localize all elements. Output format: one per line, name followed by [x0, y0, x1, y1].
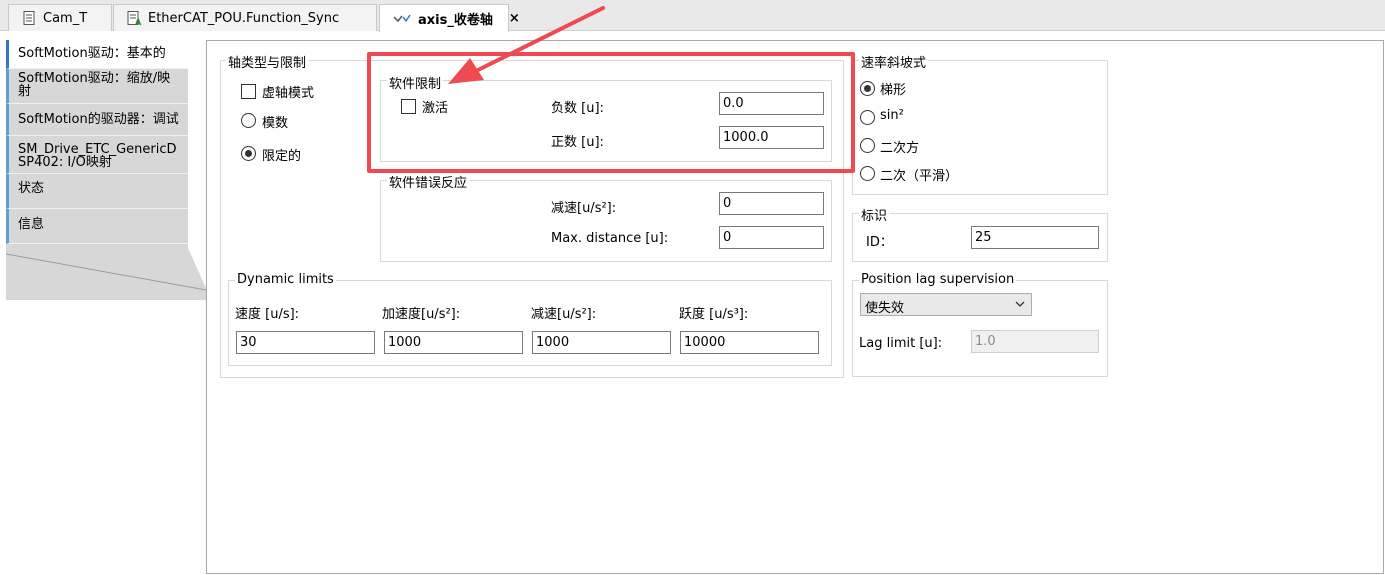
document-icon [21, 10, 37, 26]
ramp-quadratic-smooth-radio[interactable] [860, 166, 875, 181]
software-error-title: 软件错误反应 [387, 172, 470, 191]
velocity-input[interactable]: 30 [236, 331, 375, 354]
ramp-trapezoid-label: 梯形 [880, 83, 907, 98]
negative-limit-input[interactable]: 0.0 [719, 92, 824, 115]
tab-axis-winding[interactable]: axis_收卷轴 × [379, 4, 520, 32]
positive-limit-label: 正数 [u]: [551, 135, 604, 150]
nav-item-io-mapping[interactable]: SM_Drive_ETC_GenericDSP402: I/O映射 [6, 136, 188, 174]
editor-side-nav: SoftMotion驱动：基本的 SoftMotion驱动：缩放/映射 Soft… [6, 40, 207, 575]
virtual-axis-checkbox[interactable] [241, 84, 256, 99]
nav-item-info[interactable]: 信息 [6, 209, 188, 244]
max-distance-label: Max. distance [u]: [551, 231, 669, 246]
jerk-label: 跃度 [u/s³]: [679, 307, 749, 322]
acceleration-input[interactable]: 1000 [384, 331, 523, 354]
ramp-quadratic-label: 二次方 [880, 141, 920, 156]
chevron-down-icon [1015, 298, 1025, 311]
axis-type-title: 轴类型与限制 [226, 52, 309, 71]
ramp-sin2-label: sin² [880, 108, 904, 123]
ramp-sin2-radio[interactable] [860, 110, 875, 125]
error-decel-label: 减速[u/s²]: [551, 201, 617, 216]
nav-item-status[interactable]: 状态 [6, 174, 188, 209]
lag-limit-label: Lag limit [u]: [859, 336, 943, 351]
lag-limit-input: 1.0 [971, 330, 1099, 353]
dynamic-limits-title: Dynamic limits [235, 272, 336, 287]
id-label: ID： [866, 235, 893, 250]
activate-limits-checkbox[interactable] [401, 99, 416, 114]
velocity-label: 速度 [u/s]: [235, 307, 300, 322]
error-decel-input[interactable]: 0 [719, 192, 824, 215]
lag-mode-select[interactable]: 使失效 [860, 293, 1032, 316]
nav-item-softmotion-scaling[interactable]: SoftMotion驱动：缩放/映射 [6, 69, 188, 104]
finite-label: 限定的 [262, 149, 302, 164]
max-distance-input[interactable]: 0 [719, 226, 824, 249]
modulo-label: 模数 [262, 116, 289, 131]
svg-text:A: A [135, 18, 142, 26]
nav-item-softmotion-commissioning[interactable]: SoftMotion的驱动器：调试 [6, 104, 188, 136]
program-icon: A [126, 10, 142, 27]
editor-tab-bar: Cam_T A EtherCAT_POU.Function_Sync axis_… [0, 0, 1385, 32]
ramp-quadratic-radio[interactable] [860, 138, 875, 153]
software-limits-title: 软件限制 [387, 73, 444, 92]
ramp-quadratic-smooth-label: 二次（平滑） [880, 169, 959, 184]
modulo-radio[interactable] [241, 113, 256, 128]
axis-icon [392, 11, 412, 27]
tab-ethercat-pou-function-sync[interactable]: A EtherCAT_POU.Function_Sync [113, 4, 377, 31]
ramp-type-title: 速率斜坡式 [859, 52, 929, 71]
activate-limits-label: 激活 [422, 101, 449, 116]
id-input[interactable]: 25 [971, 226, 1099, 249]
deceleration-label: 减速[u/s²]: [531, 307, 597, 322]
ramp-trapezoid-radio[interactable] [860, 81, 875, 96]
tab-cam-t[interactable]: Cam_T [8, 4, 112, 31]
nav-item-softmotion-basic[interactable]: SoftMotion驱动：基本的 [6, 40, 188, 69]
jerk-input[interactable]: 10000 [680, 331, 819, 354]
identification-title: 标识 [859, 205, 890, 224]
acceleration-label: 加速度[u/s²]: [382, 307, 461, 322]
virtual-axis-label: 虚轴模式 [262, 86, 315, 101]
negative-limit-label: 负数 [u]: [551, 101, 604, 116]
positive-limit-input[interactable]: 1000.0 [719, 126, 824, 149]
position-lag-title: Position lag supervision [859, 272, 1017, 287]
deceleration-input[interactable]: 1000 [532, 331, 671, 354]
finite-radio[interactable] [241, 146, 256, 161]
close-icon[interactable]: × [509, 11, 520, 26]
nav-item-list: SoftMotion驱动：基本的 SoftMotion驱动：缩放/映射 Soft… [6, 40, 188, 244]
